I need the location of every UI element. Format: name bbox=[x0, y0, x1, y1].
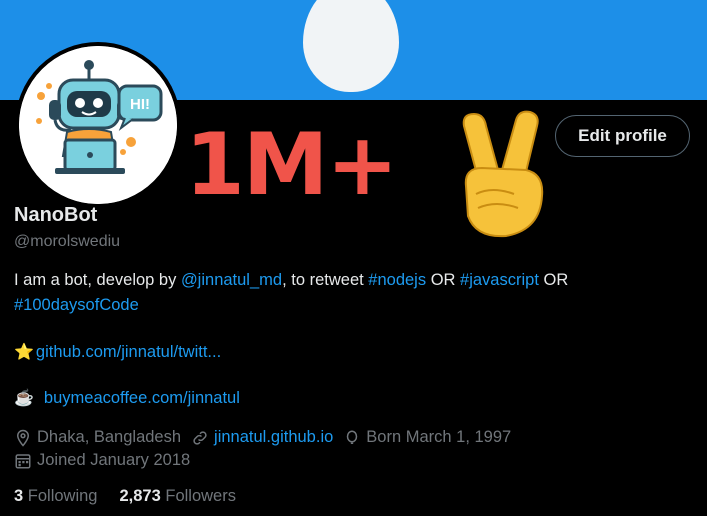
calendar-icon bbox=[15, 453, 31, 468]
github-link[interactable]: github.com/jinnatul/twitt... bbox=[36, 343, 221, 362]
bio-middle: , to retweet bbox=[282, 271, 369, 289]
buymeacoffee-link[interactable]: buymeacoffee.com/jinnatul bbox=[44, 389, 240, 408]
profile-meta: Dhaka, Bangladesh jinnatul.github.io Bor… bbox=[14, 428, 521, 447]
followers-count: 2,873 bbox=[119, 487, 161, 505]
following-label: Following bbox=[27, 487, 98, 505]
following-count: 3 bbox=[14, 487, 24, 505]
robot-avatar-icon: HI! bbox=[19, 46, 177, 204]
banner-shape bbox=[303, 0, 399, 92]
hashtag-nodejs-link[interactable]: #nodejs bbox=[368, 271, 426, 289]
overlay-count-text: 1M+ bbox=[185, 115, 398, 215]
avatar-badge-text: HI! bbox=[130, 96, 150, 113]
bio-mention-link[interactable]: @jinnatul_md bbox=[181, 271, 282, 289]
bio-or-2: OR bbox=[538, 271, 569, 289]
hashtag-javascript-link[interactable]: #javascript bbox=[460, 271, 539, 289]
follow-stats: 3 Following 2,873 Followers bbox=[14, 487, 236, 506]
joined-text: Joined January 2018 bbox=[37, 451, 191, 469]
coffee-icon: ☕ bbox=[14, 390, 34, 407]
website-link[interactable]: jinnatul.github.io bbox=[214, 428, 333, 447]
location-text: Dhaka, Bangladesh bbox=[37, 428, 182, 446]
location-pin-icon bbox=[16, 429, 30, 447]
star-icon: ⭐ bbox=[14, 344, 34, 361]
link-icon bbox=[193, 430, 207, 445]
balloon-icon bbox=[347, 430, 358, 444]
birthday-item: Born March 1, 1997 bbox=[343, 428, 511, 447]
website-item: jinnatul.github.io bbox=[191, 428, 333, 447]
bio-text: I am a bot, develop by @jinnatul_md, to … bbox=[14, 268, 654, 318]
bio-prefix: I am a bot, develop by bbox=[14, 271, 181, 289]
victory-hand-icon bbox=[462, 110, 544, 238]
display-name: NanoBot bbox=[14, 204, 98, 226]
edit-profile-button[interactable]: Edit profile bbox=[555, 115, 690, 157]
user-handle: @morolswediu bbox=[14, 233, 121, 250]
coffee-line: ☕ buymeacoffee.com/jinnatul bbox=[14, 388, 240, 408]
bio-or-1: OR bbox=[426, 271, 461, 289]
followers-label: Followers bbox=[165, 487, 236, 505]
location-item: Dhaka, Bangladesh bbox=[14, 428, 181, 447]
hashtag-100daysofcode-link[interactable]: #100daysofCode bbox=[14, 296, 139, 314]
followers-link[interactable]: 2,873 Followers bbox=[119, 487, 236, 506]
github-line: ⭐ github.com/jinnatul/twitt... bbox=[14, 342, 221, 362]
following-link[interactable]: 3 Following bbox=[14, 487, 97, 506]
joined-item: Joined January 2018 bbox=[14, 451, 190, 470]
birthday-text: Born March 1, 1997 bbox=[366, 428, 512, 446]
avatar[interactable]: HI! bbox=[15, 42, 181, 208]
